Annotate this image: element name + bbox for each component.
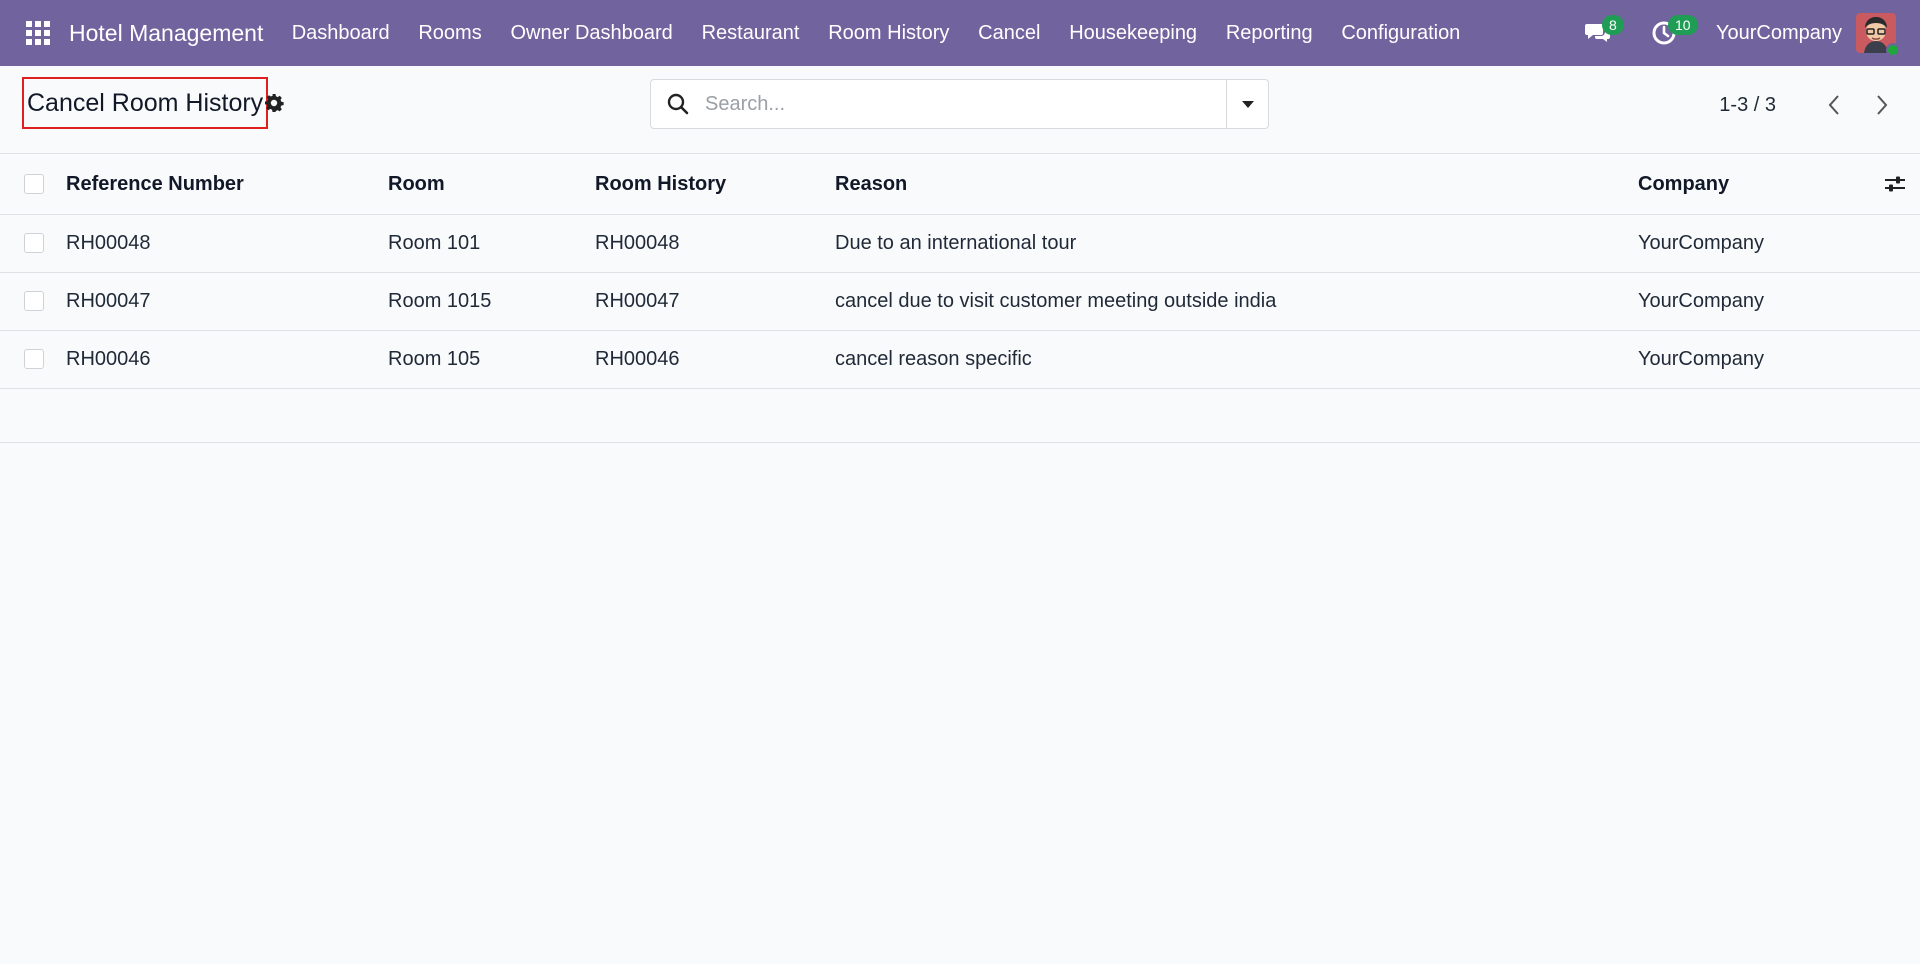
table-footer-cell — [0, 388, 1920, 443]
table-row[interactable]: RH00047 Room 1015 RH00047 cancel due to … — [0, 272, 1920, 331]
search-input[interactable] — [705, 80, 1226, 128]
control-panel: Cancel Room History 1-3 / 3 — [0, 66, 1920, 154]
pager-previous-button[interactable] — [1820, 91, 1848, 119]
cell-empty — [1860, 272, 1920, 331]
cell-reason[interactable]: cancel due to visit customer meeting out… — [835, 272, 1638, 331]
pager-next-button[interactable] — [1868, 91, 1896, 119]
select-all-cell — [0, 155, 66, 215]
menu-item-reporting[interactable]: Reporting — [1211, 0, 1327, 66]
chevron-left-icon — [1828, 95, 1839, 115]
menu-item-cancel[interactable]: Cancel — [964, 0, 1055, 66]
row-checkbox[interactable] — [24, 291, 44, 311]
page-title: Cancel Room History — [27, 88, 264, 117]
table-row[interactable]: RH00046 Room 105 RH00046 cancel reason s… — [0, 330, 1920, 389]
column-header-company[interactable]: Company — [1638, 155, 1860, 215]
row-select-cell — [0, 214, 66, 273]
column-header-room-history[interactable]: Room History — [595, 155, 835, 215]
table-row[interactable]: RH00048 Room 101 RH00048 Due to an inter… — [0, 214, 1920, 273]
cell-company[interactable]: YourCompany — [1638, 330, 1860, 389]
search-icon — [651, 80, 705, 128]
table-footer-row — [0, 388, 1920, 443]
cell-empty — [1860, 330, 1920, 389]
breadcrumb: Cancel Room History — [22, 77, 269, 129]
menu-item-owner-dashboard[interactable]: Owner Dashboard — [496, 0, 687, 66]
search-bar — [650, 79, 1269, 129]
sliders-icon — [1885, 176, 1905, 192]
optional-columns-cell — [1860, 155, 1920, 215]
app-brand[interactable]: Hotel Management — [69, 20, 263, 47]
row-checkbox[interactable] — [24, 349, 44, 369]
search-options-toggle[interactable] — [1226, 80, 1268, 128]
cell-company[interactable]: YourCompany — [1638, 272, 1860, 331]
cell-empty — [1860, 214, 1920, 273]
menu-item-rooms[interactable]: Rooms — [404, 0, 496, 66]
table-header-row: Reference Number Room Room History Reaso… — [0, 155, 1920, 215]
messages-count-badge: 8 — [1601, 15, 1624, 35]
cell-room-history[interactable]: RH00048 — [595, 214, 835, 273]
row-select-cell — [0, 272, 66, 331]
cell-room[interactable]: Room 105 — [388, 330, 595, 389]
activities-button[interactable]: 10 — [1644, 13, 1698, 53]
cell-reference-number[interactable]: RH00048 — [66, 214, 388, 273]
gear-icon[interactable] — [264, 93, 284, 113]
user-avatar[interactable] — [1856, 13, 1900, 57]
company-switcher[interactable]: YourCompany — [1716, 22, 1842, 45]
menu-item-housekeeping[interactable]: Housekeeping — [1055, 0, 1212, 66]
app-grid-icon[interactable] — [24, 19, 52, 47]
column-header-reason[interactable]: Reason — [835, 155, 1638, 215]
column-header-reference-number[interactable]: Reference Number — [66, 155, 388, 215]
messages-button[interactable]: 8 — [1578, 13, 1624, 53]
row-select-cell — [0, 330, 66, 389]
cell-reason[interactable]: Due to an international tour — [835, 214, 1638, 273]
main-menu: Dashboard Rooms Owner Dashboard Restaura… — [277, 0, 1474, 66]
row-checkbox[interactable] — [24, 233, 44, 253]
chevron-right-icon — [1877, 95, 1888, 115]
select-all-checkbox[interactable] — [24, 174, 44, 195]
optional-columns-toggle[interactable] — [1860, 174, 1920, 194]
menu-item-restaurant[interactable]: Restaurant — [687, 0, 814, 66]
records-table: Reference Number Room Room History Reaso… — [0, 155, 1920, 443]
online-status-dot — [1886, 43, 1900, 57]
cell-reason[interactable]: cancel reason specific — [835, 330, 1638, 389]
caret-down-icon — [1241, 101, 1254, 108]
list-view: Reference Number Room Room History Reaso… — [0, 155, 1920, 443]
column-header-room[interactable]: Room — [388, 155, 595, 215]
cell-reference-number[interactable]: RH00047 — [66, 272, 388, 331]
pager-value[interactable]: 1-3 / 3 — [1719, 94, 1776, 117]
activities-count-badge: 10 — [1667, 15, 1698, 35]
menu-item-dashboard[interactable]: Dashboard — [277, 0, 404, 66]
cell-room[interactable]: Room 1015 — [388, 272, 595, 331]
cell-room-history[interactable]: RH00046 — [595, 330, 835, 389]
cell-company[interactable]: YourCompany — [1638, 214, 1860, 273]
menu-item-room-history[interactable]: Room History — [814, 0, 964, 66]
cell-reference-number[interactable]: RH00046 — [66, 330, 388, 389]
cell-room[interactable]: Room 101 — [388, 214, 595, 273]
pager: 1-3 / 3 — [1719, 91, 1896, 119]
cell-room-history[interactable]: RH00047 — [595, 272, 835, 331]
top-navbar: Hotel Management Dashboard Rooms Owner D… — [0, 0, 1920, 66]
navbar-systray: 8 10 YourCompany — [1578, 0, 1920, 66]
menu-item-configuration[interactable]: Configuration — [1327, 0, 1475, 66]
